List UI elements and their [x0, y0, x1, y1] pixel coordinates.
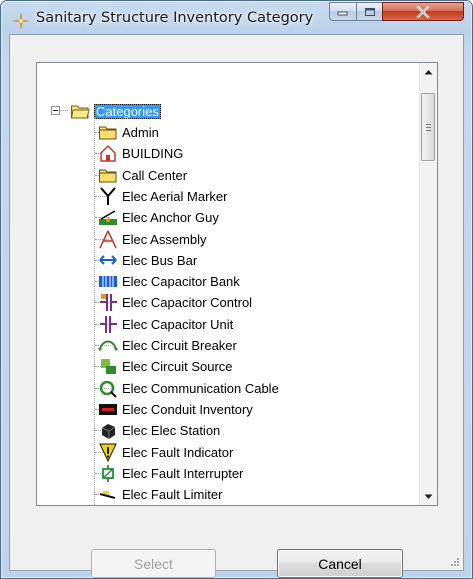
tree-item-label: Elec Communication Cable [122, 380, 279, 396]
circuit-source-icon [101, 359, 116, 374]
capacitor-control-icon [100, 294, 117, 311]
tree-item[interactable]: Elec Conduit Inventory [98, 399, 253, 419]
tree-item-label: Elec Capacitor Unit [122, 316, 234, 332]
tree-item[interactable]: Elec Capacitor Control [98, 292, 252, 312]
tree-item-label: Elec Circuit Source [122, 358, 233, 374]
tree-item[interactable]: Elec Capacitor Bank [98, 271, 240, 291]
capacitor-bank-icon [99, 276, 117, 287]
scroll-up-button[interactable] [420, 63, 437, 80]
scroll-down-button[interactable] [420, 488, 437, 505]
tree-item[interactable]: Elec Fault Indicator [98, 442, 233, 462]
caption-buttons [329, 2, 464, 22]
thumb-grip [426, 124, 431, 125]
tree-item-label: Elec Capacitor Bank [122, 273, 240, 289]
minus-icon [53, 110, 58, 111]
tree-item-label: Call Center [122, 167, 188, 183]
tree-item-label: BUILDING [122, 145, 184, 161]
close-button[interactable] [382, 2, 464, 21]
thumb-grip [426, 130, 431, 131]
building-icon [100, 144, 116, 162]
maximize-button[interactable] [356, 2, 383, 21]
tree-item[interactable]: Call Center [98, 165, 187, 185]
tree-item-label: Elec Conduit Inventory [122, 401, 253, 417]
tree-item[interactable]: Elec Circuit Breaker [98, 335, 237, 355]
tree-item[interactable]: Elec Circuit Source [98, 356, 233, 376]
window-title: Sanitary Structure Inventory Category [36, 10, 314, 26]
tree-item[interactable]: Elec Fault Interrupter [98, 463, 243, 483]
tree-item-label: Elec Fault Interrupter [122, 465, 244, 481]
folder-open-icon [70, 105, 90, 119]
dialog-client-area: Categories Admin BUILDING Call Center Elec … [9, 34, 464, 578]
anchor-guy-icon [99, 210, 117, 225]
tree-item[interactable]: Elec Aerial Marker [98, 186, 227, 206]
tree-item-label: Elec Aerial Marker [122, 188, 228, 204]
bus-bar-icon [99, 255, 117, 265]
tree-item[interactable]: Elec Communication Cable [98, 378, 279, 398]
tree-item-label: Admin [122, 124, 159, 140]
vertical-scrollbar[interactable] [419, 63, 437, 505]
fault-indicator-icon [99, 443, 117, 462]
tree-item-label: Elec Capacitor Control [122, 294, 253, 310]
thumb-grip [426, 127, 431, 128]
assembly-icon [99, 230, 117, 249]
tree-connector [60, 110, 68, 111]
close-icon [416, 5, 430, 18]
minimize-icon [337, 11, 348, 15]
tree-item-label: Elec Elec Station [122, 422, 221, 438]
tree-item[interactable]: Elec Assembly [98, 229, 207, 249]
minimize-button[interactable] [329, 2, 357, 21]
title-bar[interactable]: Sanitary Structure Inventory Category [1, 1, 472, 35]
resize-grip-icon[interactable] [448, 555, 460, 567]
tree-item-label: Elec Fault Indicator [122, 444, 234, 460]
tree-item[interactable]: Elec Capacitor Unit [98, 314, 233, 334]
category-tree[interactable]: Categories Admin BUILDING Call Center Elec … [36, 62, 438, 506]
tree-item[interactable]: Elec Bus Bar [98, 250, 197, 270]
scroll-thumb[interactable] [421, 93, 435, 161]
tree-item-label: Elec Bus Bar [122, 252, 198, 268]
tree-item-label: Elec Assembly [122, 231, 207, 247]
dialog-window: Sanitary Structure Inventory Category Ca… [0, 0, 473, 579]
folder-icon [99, 126, 117, 140]
fuse-location-icon [98, 505, 118, 506]
app-sparkle-icon [12, 12, 30, 30]
maximize-icon [364, 7, 375, 16]
tree-item[interactable]: Admin [98, 122, 159, 142]
tree-root-label: Categories [94, 103, 161, 119]
tree-root-node[interactable]: Categories [70, 101, 161, 121]
communication-cable-icon [99, 380, 117, 398]
folder-icon [99, 169, 117, 183]
tree-item[interactable]: Elec Fault Limiter [98, 484, 222, 504]
fault-interrupter-icon [102, 465, 114, 482]
cancel-button[interactable]: Cancel [277, 549, 403, 578]
tree-item-label: Elec Anchor Guy [122, 209, 219, 225]
select-button[interactable]: Select [91, 549, 216, 578]
arrow-down-icon [424, 494, 433, 499]
tree-item-label: Elec Circuit Breaker [122, 337, 237, 353]
aerial-marker-icon [100, 187, 116, 205]
arrow-up-icon [424, 69, 433, 74]
tree-item[interactable]: Elec Elec Station [98, 420, 220, 440]
capacitor-unit-icon [100, 316, 117, 333]
collapse-toggle[interactable] [51, 106, 60, 115]
tree-item[interactable]: Elec Fuse Location [98, 505, 233, 506]
tree-item[interactable]: Elec Anchor Guy [98, 207, 219, 227]
tree-item-label: Elec Fault Limiter [122, 486, 223, 502]
fault-limiter-icon [99, 491, 116, 499]
conduit-inventory-icon [99, 404, 117, 415]
tree-item[interactable]: BUILDING [98, 143, 183, 163]
circuit-breaker-icon [98, 340, 118, 351]
elec-station-icon [101, 424, 116, 439]
